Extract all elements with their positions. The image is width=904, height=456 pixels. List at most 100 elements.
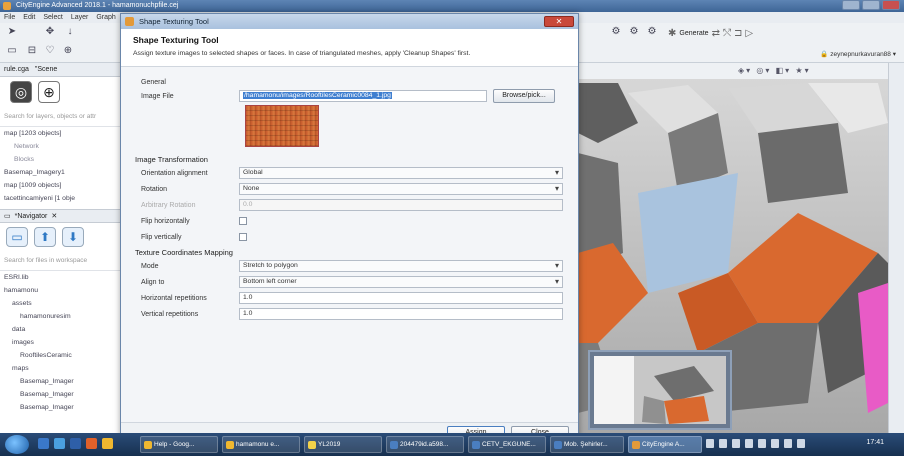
layer-item[interactable]: map [1203 objects] bbox=[0, 127, 127, 140]
flip-vertical-label: Flip vertically bbox=[141, 233, 182, 241]
toolbar-icon-c[interactable]: ⚙ bbox=[646, 26, 658, 38]
task-item[interactable]: Help - Goog... bbox=[140, 436, 218, 453]
nav-item[interactable]: images bbox=[0, 336, 127, 349]
polygon-tool-icon[interactable]: ▭ bbox=[6, 45, 18, 57]
generate-icon: ✱ bbox=[668, 28, 677, 39]
layer-item[interactable]: Network bbox=[0, 140, 127, 153]
toolbar-icon-a[interactable]: ⚙ bbox=[610, 26, 622, 38]
workspace-search-input[interactable]: Search for files in workspace bbox=[0, 251, 127, 271]
nav-item[interactable]: Basemap_Imager bbox=[0, 401, 127, 414]
toolbar-icon-d[interactable]: ⇄ bbox=[712, 28, 720, 39]
ie-icon[interactable] bbox=[54, 438, 65, 449]
tab-scene[interactable]: "Scene bbox=[35, 66, 57, 73]
clock[interactable]: 17:41 bbox=[866, 439, 884, 446]
horizontal-repetitions-input[interactable]: 1.0 bbox=[239, 292, 563, 304]
rotation-select[interactable]: None bbox=[239, 183, 563, 195]
layer-search-input[interactable]: Search for layers, objects or attr bbox=[0, 107, 127, 127]
tray-icon[interactable] bbox=[797, 439, 805, 448]
tab-rule-cga[interactable]: rule.cga bbox=[4, 66, 29, 73]
nav-item[interactable]: data bbox=[0, 323, 127, 336]
arbitrary-rotation-input[interactable]: 0.0 bbox=[239, 199, 563, 211]
menu-select[interactable]: Select bbox=[43, 12, 62, 23]
layer-item[interactable]: tacettincamiyeni [1 obje bbox=[0, 192, 127, 205]
maximize-button[interactable] bbox=[862, 0, 880, 10]
generate-label: Generate bbox=[679, 30, 709, 37]
vertical-repetitions-input[interactable]: 1.0 bbox=[239, 308, 563, 320]
close-app-button[interactable] bbox=[882, 0, 900, 10]
nav-item[interactable]: hamamonuresim bbox=[0, 310, 127, 323]
browse-button[interactable]: Browse/pick... bbox=[493, 89, 555, 103]
word-icon[interactable] bbox=[70, 438, 81, 449]
flip-horizontal-checkbox[interactable] bbox=[239, 217, 247, 225]
app-titlebar: CityEngine Advanced 2018.1 - hamamonuchp… bbox=[0, 0, 904, 12]
tray-icon[interactable] bbox=[745, 439, 753, 448]
rotation-label: Rotation bbox=[141, 185, 168, 193]
chrome-icon[interactable] bbox=[102, 438, 113, 449]
task-item[interactable]: hamamonu e... bbox=[222, 436, 300, 453]
task-item[interactable]: Mob. Şehirler... bbox=[550, 436, 624, 453]
layer-item[interactable]: map [1009 objects] bbox=[0, 179, 127, 192]
toolbar-icon-b[interactable]: ⚙ bbox=[628, 26, 640, 38]
down-arrow-icon[interactable]: ↓ bbox=[64, 26, 76, 38]
dialog-close-icon[interactable]: ✕ bbox=[544, 16, 574, 27]
edit-tool-icon[interactable]: ⊕ bbox=[62, 45, 74, 57]
menu-edit[interactable]: Edit bbox=[23, 12, 35, 23]
menu-graph[interactable]: Graph bbox=[96, 12, 115, 23]
tray-icon[interactable] bbox=[758, 439, 766, 448]
user-account[interactable]: 🔒 zeynepnurkavuran88 ▾ bbox=[820, 50, 896, 58]
lock-icon: 🔒 bbox=[820, 51, 829, 58]
tray-icon[interactable] bbox=[719, 439, 727, 448]
nav-item[interactable]: assets bbox=[0, 297, 127, 310]
nav-item[interactable]: ESRI.lib bbox=[0, 271, 127, 284]
folder-icon[interactable]: ▭ bbox=[6, 227, 28, 247]
flip-vertical-checkbox[interactable] bbox=[239, 233, 247, 241]
menu-file[interactable]: File bbox=[4, 12, 15, 23]
task-item[interactable]: YL2019 bbox=[304, 436, 382, 453]
globe-upload-icon[interactable]: ⬆ bbox=[34, 227, 56, 247]
nav-item[interactable]: Basemap_Imager bbox=[0, 388, 127, 401]
toolbar-icon-e[interactable]: ⤲ bbox=[723, 28, 731, 39]
right-side-panel[interactable] bbox=[888, 63, 904, 433]
toolbar-icon-g[interactable]: ▷ bbox=[745, 28, 753, 39]
tray-icon[interactable] bbox=[784, 439, 792, 448]
nav-item[interactable]: maps bbox=[0, 362, 127, 375]
select-arrow-icon[interactable]: ➤ bbox=[6, 26, 18, 38]
media-icon[interactable] bbox=[86, 438, 97, 449]
image-file-value: /hamamonu/images/RooftilesCeramic0084_1.… bbox=[243, 92, 392, 99]
orientation-select[interactable]: Global bbox=[239, 167, 563, 179]
preview-thumbnail[interactable] bbox=[588, 350, 732, 430]
nav-item[interactable]: RooftilesCeramic bbox=[0, 349, 127, 362]
layer-item[interactable]: Basemap_Imagery1 bbox=[0, 166, 127, 179]
generate-button[interactable]: ✱ Generate ⇄ ⤲ ⊐ ▷ bbox=[668, 28, 753, 39]
tray-icon[interactable] bbox=[771, 439, 779, 448]
task-item-active[interactable]: CityEngine A... bbox=[628, 436, 702, 453]
menu-layer[interactable]: Layer bbox=[71, 12, 89, 23]
mode-select[interactable]: Stretch to polygon bbox=[239, 260, 563, 272]
flip-horizontal-label: Flip horizontally bbox=[141, 217, 190, 225]
dialog-titlebar[interactable]: Shape Texturing Tool ✕ bbox=[121, 14, 578, 29]
ring-icon[interactable]: ◎ bbox=[10, 81, 32, 103]
close-icon[interactable]: ✕ bbox=[51, 212, 57, 220]
scene-editor-panel: rule.cga "Scene ◎ ⊕ Search for layers, o… bbox=[0, 63, 128, 433]
task-item[interactable]: 204479id.a598... bbox=[386, 436, 464, 453]
tray-icon[interactable] bbox=[732, 439, 740, 448]
add-layer-icon[interactable]: ⊕ bbox=[38, 81, 60, 103]
explorer-icon[interactable] bbox=[38, 438, 49, 449]
toolbar-icon-f[interactable]: ⊐ bbox=[734, 28, 742, 39]
nav-item[interactable]: hamamonu bbox=[0, 284, 127, 297]
street-tool-icon[interactable]: ⊟ bbox=[26, 45, 38, 57]
start-button[interactable] bbox=[5, 435, 29, 454]
align-select[interactable]: Bottom left corner bbox=[239, 276, 563, 288]
tray-icon[interactable] bbox=[706, 439, 714, 448]
task-item[interactable]: CETV_EKGUNE... bbox=[468, 436, 546, 453]
shape-tool-icon[interactable]: ♡ bbox=[44, 45, 56, 57]
dialog-window-title: Shape Texturing Tool bbox=[139, 17, 209, 26]
nav-item[interactable]: Basemap_Imager bbox=[0, 375, 127, 388]
globe-download-icon[interactable]: ⬇ bbox=[62, 227, 84, 247]
layer-item[interactable]: Blocks bbox=[0, 153, 127, 166]
navigator-tab[interactable]: ▭ *Navigator ✕ bbox=[0, 209, 127, 223]
horizontal-repetitions-label: Horizontal repetitions bbox=[141, 294, 207, 302]
minimize-button[interactable] bbox=[842, 0, 860, 10]
image-file-input[interactable]: /hamamonu/images/RooftilesCeramic0084_1.… bbox=[239, 90, 487, 102]
move-icon[interactable]: ✥ bbox=[44, 26, 56, 38]
